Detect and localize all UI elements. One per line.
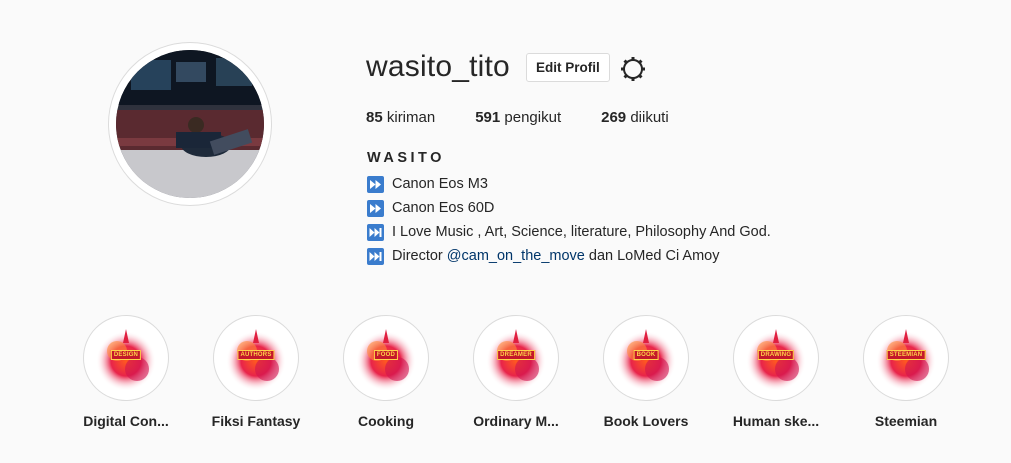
username: wasito_tito <box>366 50 510 83</box>
highlight-ring: DRAWING <box>733 315 819 401</box>
bio-line: Canon Eos M3 <box>367 172 771 196</box>
highlight-ring: FOOD <box>343 315 429 401</box>
highlight-ring: AUTHORS <box>213 315 299 401</box>
followers-count: 591 <box>475 109 501 126</box>
highlight-label: Fiksi Fantasy <box>211 413 301 429</box>
highlight-tag: DRAWING <box>757 350 795 360</box>
highlight-label: Book Lovers <box>603 413 689 429</box>
profile-stats: 85 kiriman 591 pengikut 269 diikuti <box>366 109 709 126</box>
highlight-item[interactable]: AUTHORS Fiksi Fantasy <box>191 315 321 429</box>
followers-stat[interactable]: 591 pengikut <box>475 109 561 126</box>
highlight-item[interactable]: DRAWING Human ske... <box>711 315 841 429</box>
fast-forward-icon <box>367 175 384 193</box>
highlight-tag: STEEMIAN <box>886 350 926 360</box>
profile-bio: Canon Eos M3 Canon Eos 60D I Love Music … <box>367 172 771 268</box>
bio-text: Canon Eos 60D <box>392 200 495 216</box>
highlight-item[interactable]: FOOD Cooking <box>321 315 451 429</box>
mention-link[interactable]: @cam_on_the_move <box>447 244 585 268</box>
highlight-tag: FOOD <box>373 350 399 360</box>
bio-line: I Love Music , Art, Science, literature,… <box>367 220 771 244</box>
bio-text: I Love Music , Art, Science, literature,… <box>392 224 771 240</box>
posts-count: 85 <box>366 109 383 126</box>
highlight-item[interactable]: STEEMIAN Steemian <box>841 315 971 429</box>
highlight-tag: DREAMER <box>497 350 535 360</box>
profile-avatar-ring[interactable] <box>108 42 272 206</box>
highlight-label: Digital Con... <box>83 413 169 429</box>
next-track-icon <box>367 247 384 265</box>
highlight-ring: STEEMIAN <box>863 315 949 401</box>
bio-line: Director @cam_on_the_move dan LoMed Ci A… <box>367 244 771 268</box>
bio-text: Canon Eos M3 <box>392 176 488 192</box>
highlight-item[interactable]: BOOK Book Lovers <box>581 315 711 429</box>
profile-fullname: WASITO <box>367 150 445 166</box>
fast-forward-icon <box>367 199 384 217</box>
following-label: diikuti <box>630 109 669 126</box>
highlight-ring: DREAMER <box>473 315 559 401</box>
highlight-item[interactable]: DESIGN Digital Con... <box>61 315 191 429</box>
followers-label: pengikut <box>504 109 562 126</box>
highlight-tag: DESIGN <box>110 350 142 360</box>
highlight-label: Human ske... <box>732 413 820 429</box>
highlight-label: Ordinary M... <box>473 413 559 429</box>
posts-stat: 85 kiriman <box>366 109 435 126</box>
highlight-ring: DESIGN <box>83 315 169 401</box>
story-highlights: DESIGN Digital Con... AUTHORS Fiksi Fant… <box>0 315 1011 455</box>
profile-avatar[interactable] <box>116 50 264 198</box>
bio-text-after: dan LoMed Ci Amoy <box>584 248 720 264</box>
following-count: 269 <box>601 109 627 126</box>
bio-line: Canon Eos 60D <box>367 196 771 220</box>
bio-text-before: Director <box>392 248 447 264</box>
highlight-label: Cooking <box>358 413 414 429</box>
highlight-ring: BOOK <box>603 315 689 401</box>
gear-icon[interactable] <box>619 55 647 83</box>
highlight-tag: AUTHORS <box>237 350 275 360</box>
next-track-icon <box>367 223 384 241</box>
highlight-item[interactable]: DREAMER Ordinary M... <box>451 315 581 429</box>
edit-profile-button[interactable]: Edit Profil <box>526 53 610 82</box>
highlight-label: Steemian <box>874 413 938 429</box>
following-stat[interactable]: 269 diikuti <box>601 109 669 126</box>
highlight-tag: BOOK <box>633 350 659 360</box>
posts-label: kiriman <box>386 109 436 126</box>
